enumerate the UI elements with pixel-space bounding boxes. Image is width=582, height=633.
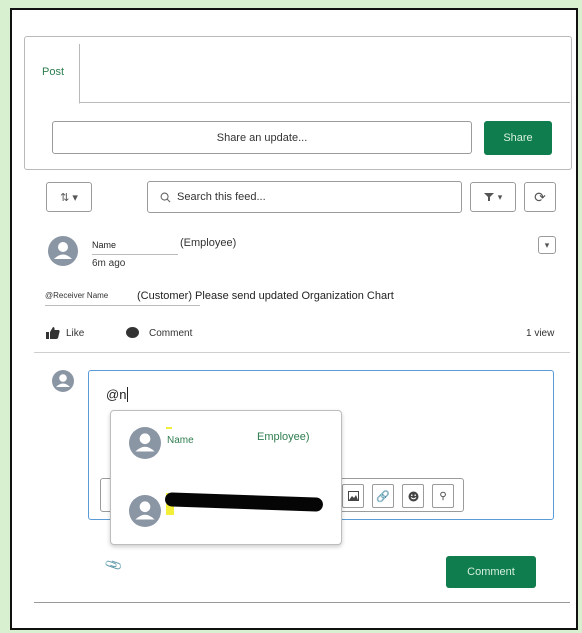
- emoji-icon: [408, 491, 418, 501]
- image-icon: [347, 491, 359, 501]
- comment-action[interactable]: Comment: [126, 327, 192, 339]
- dropdown-item-1-role: Employee): [257, 431, 310, 443]
- author-avatar[interactable]: [48, 236, 78, 266]
- refresh-icon: ⟳: [534, 188, 546, 205]
- author-role: (Employee): [180, 237, 237, 249]
- share-update-input[interactable]: Share an update...: [52, 121, 472, 154]
- dropdown-item-1-name[interactable]: Name: [167, 435, 194, 446]
- filter-icon: [483, 193, 494, 201]
- comment-icon: [126, 327, 139, 338]
- comment-label: Comment: [149, 327, 193, 339]
- dropdown-item-1-avatar[interactable]: [129, 427, 161, 459]
- filter-button[interactable]: ▾: [470, 182, 516, 212]
- sort-button[interactable]: ⇅ ▾: [46, 182, 92, 212]
- highlight-mark: [166, 427, 172, 429]
- image-button[interactable]: [342, 484, 364, 508]
- mention-user-icon: ⚲: [439, 490, 447, 502]
- tab-post[interactable]: Post: [34, 44, 80, 104]
- dropdown-item-2-avatar[interactable]: [129, 495, 161, 527]
- view-count: 1 view: [526, 328, 555, 339]
- section-divider: [34, 352, 570, 353]
- search-feed-input[interactable]: Search this feed...: [147, 181, 462, 213]
- tab-divider: [80, 102, 570, 103]
- comment-typed-text: @n: [106, 387, 129, 402]
- thumbs-up-icon: [46, 327, 60, 339]
- post-body: (Customer) Please send updated Organizat…: [137, 290, 394, 302]
- bottom-divider: [34, 602, 570, 603]
- search-icon: [160, 192, 171, 202]
- link-icon: 🔗: [376, 490, 390, 503]
- current-user-avatar: [52, 370, 74, 392]
- refresh-button[interactable]: ⟳: [524, 182, 556, 212]
- emoji-button[interactable]: [402, 484, 424, 508]
- chevron-down-icon: ▾: [544, 239, 550, 250]
- comment-submit-button[interactable]: Comment: [446, 556, 536, 588]
- post-timestamp[interactable]: 6m ago: [92, 258, 125, 269]
- sort-icon: ⇅ ▾: [60, 191, 78, 204]
- mention-underline: [45, 305, 200, 306]
- search-placeholder: Search this feed...: [177, 191, 266, 203]
- like-button[interactable]: Like: [46, 327, 84, 339]
- post-actions-button[interactable]: ▾: [538, 236, 556, 254]
- mention-button[interactable]: ⚲: [432, 484, 454, 508]
- author-name[interactable]: Name: [92, 240, 116, 250]
- chevron-down-icon: ▾: [497, 191, 503, 202]
- redaction-mark: [164, 492, 324, 512]
- mention-dropdown: Name Employee): [110, 410, 342, 545]
- like-label: Like: [66, 327, 85, 339]
- share-button[interactable]: Share: [484, 121, 552, 155]
- name-underline: [92, 254, 178, 255]
- link-button[interactable]: 🔗: [372, 484, 394, 508]
- mention-link[interactable]: @Receiver Name: [45, 291, 108, 300]
